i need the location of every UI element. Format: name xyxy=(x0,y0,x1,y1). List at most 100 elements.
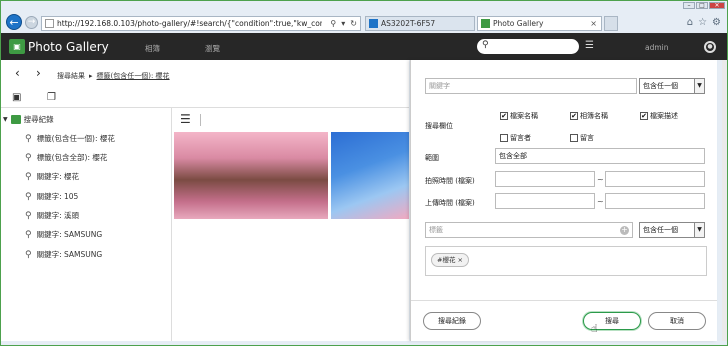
upload-time-start-input[interactable] xyxy=(495,193,595,209)
sidebar-root[interactable]: ▼ 搜尋紀錄 xyxy=(3,114,54,125)
keyword-input[interactable]: 關鍵字 xyxy=(425,78,637,94)
checkbox-label: 檔案名稱 xyxy=(510,112,538,120)
app-title: Photo Gallery xyxy=(28,40,109,54)
home-icon[interactable]: ⌂ xyxy=(687,17,693,28)
page-scrollbar[interactable] xyxy=(722,60,727,341)
checkbox-comment[interactable]: 留言 xyxy=(570,133,594,143)
sidebar-item[interactable]: ⚲ 標籤(包含任一個): 櫻花 xyxy=(25,133,115,144)
back-button[interactable]: ← xyxy=(6,14,22,30)
view-toolbar: ▣ ❐ xyxy=(1,90,409,108)
sidebar-item[interactable]: ⚲ 關鍵字: SAMSUNG xyxy=(25,229,102,240)
upload-time-label: 上傳時間 (檔案) xyxy=(425,199,475,207)
settings-gear-icon[interactable]: ⚙ xyxy=(712,17,721,28)
search-icon: ⚲ xyxy=(25,133,32,144)
tag-condition-select[interactable]: 包含任一個 ▼ xyxy=(639,222,705,238)
search-icon: ⚲ xyxy=(25,152,32,163)
sidebar-item[interactable]: ⚲ 標籤(包含全部): 櫻花 xyxy=(25,152,107,163)
checkbox-checked-icon[interactable]: ✔ xyxy=(570,112,578,120)
shot-time-label: 拍照時間 (檔案) xyxy=(425,177,475,185)
dropdown-icon[interactable]: ▾ xyxy=(341,19,345,28)
sidebar-item-label: 關鍵字: 105 xyxy=(36,192,79,201)
expand-triangle-icon[interactable]: ▼ xyxy=(3,116,8,123)
chevron-down-icon: ▼ xyxy=(694,78,705,94)
menu-albums[interactable]: 相簿 xyxy=(145,43,160,54)
keyword-condition-value: 包含任一個 xyxy=(643,82,678,90)
favorites-star-icon[interactable]: ☆ xyxy=(698,17,707,28)
photo-thumbnail[interactable] xyxy=(174,132,328,219)
user-avatar-icon[interactable]: ● xyxy=(704,41,716,53)
menu-browse[interactable]: 瀏覽 xyxy=(205,43,220,54)
search-field-label: 搜尋欄位 xyxy=(425,122,453,130)
header-search-input[interactable]: ⚲ xyxy=(477,39,579,54)
app-header: ▣ Photo Gallery 相簿 瀏覽 ⚲ ☰ admin ● xyxy=(1,33,727,60)
checkbox-commenter[interactable]: 留言者 xyxy=(500,133,531,143)
breadcrumb-root[interactable]: 搜尋結果 xyxy=(57,72,85,80)
scope-select[interactable]: 包含全部 xyxy=(495,148,705,164)
close-window-button[interactable]: ✕ xyxy=(709,2,725,9)
address-bar[interactable]: http://192.168.0.103/photo-gallery/#!sea… xyxy=(41,16,361,31)
photo-gallery-icon xyxy=(481,19,490,28)
shot-time-end-input[interactable] xyxy=(605,171,705,187)
maximize-button[interactable]: □ xyxy=(696,2,708,9)
selected-tags-box: #櫻花 × xyxy=(425,246,707,276)
refresh-icon[interactable]: ↻ xyxy=(350,19,357,28)
search-history-icon xyxy=(10,115,21,124)
sidebar-item-label: 關鍵字: 櫻花 xyxy=(36,172,80,181)
browser-icons: ⌂ ☆ ⚙ xyxy=(687,17,721,28)
search-panel: 關鍵字 包含任一個 ▼ 搜尋欄位 ✔ 檔案名稱 ✔ 相簿名稱 ✔ 檔案描述 留言者 留言… xyxy=(410,60,717,341)
toolbar-divider xyxy=(200,114,201,126)
search-icon: ⚲ xyxy=(25,249,32,260)
checkbox-empty-icon[interactable] xyxy=(500,134,508,142)
new-tab-button[interactable] xyxy=(604,16,618,31)
sidebar-item-label: 關鍵字: 溪頭 xyxy=(36,211,80,220)
chevron-right-icon[interactable]: › xyxy=(36,66,41,80)
breadcrumb-bar: ‹ › 搜尋結果 ▸ 標籤(包含任一個): 櫻花 xyxy=(1,60,409,90)
search-icon: ⚲ xyxy=(25,229,32,240)
checkbox-label: 檔案描述 xyxy=(650,112,678,120)
checkbox-empty-icon[interactable] xyxy=(570,134,578,142)
keyword-condition-select[interactable]: 包含任一個 ▼ xyxy=(639,78,705,94)
address-actions: ⚲ ▾ ↻ xyxy=(330,19,360,28)
tab-label: AS3202T-6F57 xyxy=(381,19,436,28)
close-tab-icon[interactable]: × xyxy=(590,19,597,28)
tab-as3202t[interactable]: AS3202T-6F57 xyxy=(365,16,475,31)
upload-time-end-input[interactable] xyxy=(605,193,705,209)
sidebar-item[interactable]: ⚲ 關鍵字: 櫻花 xyxy=(25,171,79,182)
checkbox-file-name[interactable]: ✔ 檔案名稱 xyxy=(500,111,538,121)
shot-time-start-input[interactable] xyxy=(495,171,595,187)
sidebar-item[interactable]: ⚲ 關鍵字: SAMSUNG xyxy=(25,249,102,260)
photo-thumbnail[interactable] xyxy=(331,132,409,219)
breadcrumb-separator: ▸ xyxy=(89,72,93,80)
tab-photo-gallery[interactable]: Photo Gallery × xyxy=(477,16,602,31)
page-icon xyxy=(45,19,54,28)
add-tag-icon[interactable]: + xyxy=(620,226,629,235)
breadcrumb-current[interactable]: 標籤(包含任一個): 櫻花 xyxy=(97,72,170,80)
checkbox-file-description[interactable]: ✔ 檔案描述 xyxy=(640,111,678,121)
tag-chip: #櫻花 × xyxy=(431,253,469,267)
search-icon[interactable]: ⚲ xyxy=(330,19,336,28)
remove-tag-icon[interactable]: × xyxy=(458,256,463,264)
forward-button[interactable]: → xyxy=(25,16,38,29)
sidebar-item[interactable]: ⚲ 關鍵字: 溪頭 xyxy=(25,210,79,221)
cancel-button[interactable]: 取消 xyxy=(648,312,706,330)
minimize-button[interactable]: – xyxy=(683,2,695,9)
breadcrumb: 搜尋結果 ▸ 標籤(包含任一個): 櫻花 xyxy=(57,71,170,81)
select-multiple-icon[interactable]: ❐ xyxy=(47,92,56,103)
asustor-icon xyxy=(369,19,378,28)
checkbox-album-name[interactable]: ✔ 相簿名稱 xyxy=(570,111,608,121)
search-history-button[interactable]: 搜尋紀錄 xyxy=(423,312,481,330)
checkbox-checked-icon[interactable]: ✔ xyxy=(640,112,648,120)
checkbox-checked-icon[interactable]: ✔ xyxy=(500,112,508,120)
slideshow-icon[interactable]: ▣ xyxy=(12,92,21,103)
photo-gallery-logo-icon: ▣ xyxy=(9,39,25,54)
url-text[interactable]: http://192.168.0.103/photo-gallery/#!sea… xyxy=(57,19,322,28)
hamburger-menu-icon[interactable]: ☰ xyxy=(180,112,191,126)
search-icon: ⚲ xyxy=(25,210,32,221)
sidebar-item-label: 標籤(包含任一個): 櫻花 xyxy=(36,134,115,143)
list-options-icon[interactable]: ☰ xyxy=(585,40,594,51)
user-name[interactable]: admin xyxy=(645,43,669,52)
chevron-left-icon[interactable]: ‹ xyxy=(15,66,20,80)
sidebar-item[interactable]: ⚲ 關鍵字: 105 xyxy=(25,191,78,202)
checkbox-label: 相簿名稱 xyxy=(580,112,608,120)
tag-input[interactable]: 標籤 xyxy=(425,222,633,238)
